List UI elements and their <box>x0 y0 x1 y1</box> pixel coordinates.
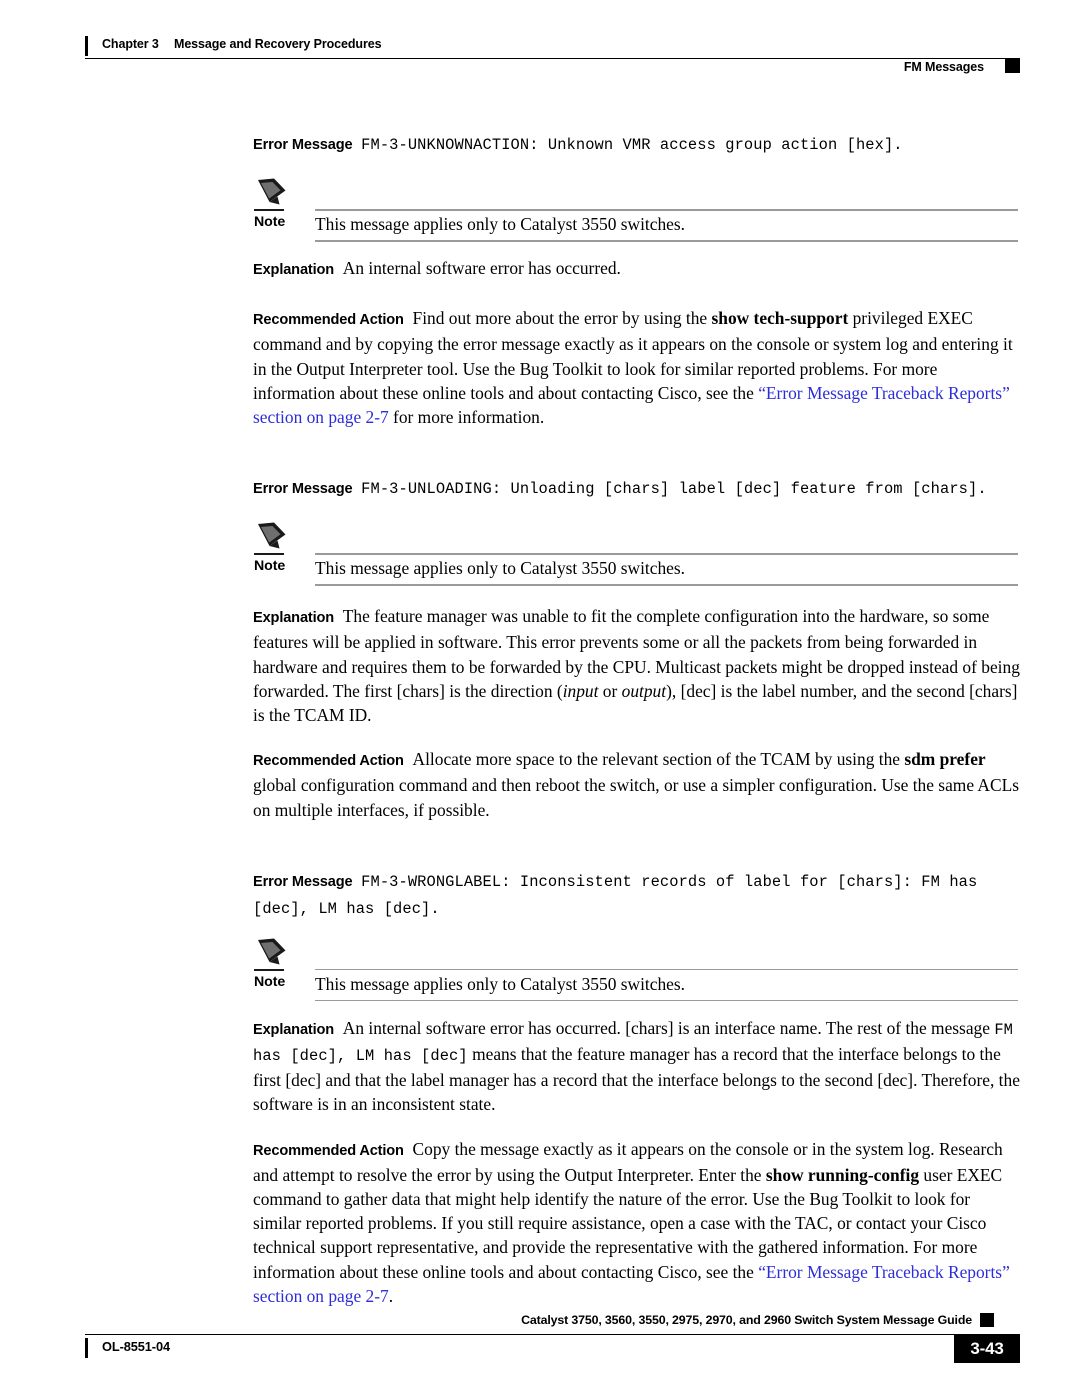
note-bottom-rule <box>315 999 1018 1002</box>
error-message-code: FM-3-WRONGLABEL: Inconsistent records of… <box>253 872 978 918</box>
footer-page-number: 3-43 <box>954 1334 1020 1363</box>
note-icon-underline <box>254 209 284 212</box>
command-show-running-config: show running-config <box>765 1164 920 1185</box>
note-bottom-rule <box>315 240 1018 242</box>
error-message-line: Error Message FM-3-UNKNOWNACTION: Unknow… <box>253 131 1021 158</box>
recommended-action-paragraph: Recommended Action Copy the message exac… <box>253 1137 1021 1308</box>
explanation-paragraph: Explanation An internal software error h… <box>253 1016 1021 1117</box>
recommended-action-text-1: Find out more about the error by using t… <box>412 308 712 329</box>
explanation-label: Explanation <box>253 1021 335 1038</box>
note-icon-underline <box>254 553 284 556</box>
message-block-wronglabel: Error Message FM-3-WRONGLABEL: Inconsist… <box>253 868 1021 1308</box>
note-text: This message applies only to Catalyst 35… <box>315 214 685 234</box>
explanation-paragraph: Explanation An internal software error h… <box>253 256 1021 282</box>
error-message-code: FM-3-UNLOADING: Unloading [chars] label … <box>361 480 987 499</box>
footer-tick-mark <box>85 1338 88 1358</box>
command-sdm-prefer: sdm prefer <box>904 749 986 770</box>
note-box: Note This message applies only to Cataly… <box>253 520 1021 586</box>
note-icon-underline <box>254 968 284 972</box>
note-top-rule <box>315 968 1018 971</box>
explanation-label: Explanation <box>253 610 335 627</box>
note-text: This message applies only to Catalyst 35… <box>315 558 685 579</box>
footer-square-marker <box>980 1313 994 1327</box>
error-message-label: Error Message <box>253 873 353 890</box>
page-header: Chapter 3 Message and Recovery Procedure… <box>85 32 1020 80</box>
note-box: Note This message applies only to Cataly… <box>253 936 1021 1002</box>
footer-document-id: OL-8551-04 <box>102 1339 170 1354</box>
message-block-unloading: Error Message FM-3-UNLOADING: Unloading … <box>253 475 1021 822</box>
note-top-rule <box>315 209 1018 211</box>
note-box: Note This message applies only to Cataly… <box>253 176 1021 242</box>
note-top-rule <box>315 553 1018 555</box>
note-label: Note <box>254 214 286 230</box>
error-message-line: Error Message FM-3-WRONGLABEL: Inconsist… <box>253 868 1021 922</box>
recommended-action-text-3: for more information. <box>388 407 545 428</box>
pencil-icon <box>258 178 286 205</box>
recommended-action-label: Recommended Action <box>253 1142 404 1159</box>
recommended-action-text-3: . <box>388 1285 394 1306</box>
footer-divider <box>85 1334 1020 1336</box>
page-footer: Catalyst 3750, 3560, 3550, 2975, 2970, a… <box>85 1313 1020 1373</box>
error-message-label: Error Message <box>253 137 353 153</box>
recommended-action-label: Recommended Action <box>253 312 404 329</box>
error-message-code: FM-3-UNKNOWNACTION: Unknown VMR access g… <box>361 136 903 154</box>
explanation-label: Explanation <box>253 262 335 278</box>
pencil-icon <box>258 938 286 965</box>
header-tick-mark <box>85 36 88 56</box>
header-divider <box>85 58 1020 60</box>
error-message-label: Error Message <box>253 481 353 498</box>
header-chapter-title: Message and Recovery Procedures <box>174 37 382 51</box>
recommended-action-label: Recommended Action <box>253 753 404 770</box>
note-bottom-rule <box>315 584 1018 586</box>
recommended-action-text-1: Allocate more space to the relevant sect… <box>412 749 905 770</box>
recommended-action-paragraph: Recommended Action Find out more about t… <box>253 306 1021 429</box>
note-text: This message applies only to Catalyst 35… <box>315 973 685 994</box>
explanation-text-1: An internal software error has occurred.… <box>342 1017 995 1038</box>
recommended-action-text-2: global configuration command and then re… <box>253 775 1019 820</box>
footer-guide-title: Catalyst 3750, 3560, 3550, 2975, 2970, a… <box>521 1313 972 1327</box>
explanation-text-2: or <box>598 680 622 701</box>
recommended-action-paragraph: Recommended Action Allocate more space t… <box>253 747 1021 822</box>
explanation-text: An internal software error has occurred. <box>342 258 621 278</box>
header-chapter-number: Chapter 3 <box>102 37 159 51</box>
command-show-tech-support: show tech-support <box>711 308 849 329</box>
emphasis-output: output <box>621 680 667 701</box>
note-label: Note <box>254 558 286 575</box>
explanation-paragraph: Explanation The feature manager was unab… <box>253 604 1021 727</box>
message-block-unknownaction: Error Message FM-3-UNKNOWNACTION: Unknow… <box>253 131 1021 429</box>
page-content: Error Message FM-3-UNKNOWNACTION: Unknow… <box>253 131 1021 1308</box>
note-label: Note <box>254 973 286 990</box>
document-page: Chapter 3 Message and Recovery Procedure… <box>0 0 1080 1397</box>
emphasis-input: input <box>562 680 599 701</box>
header-section-title: FM Messages <box>903 60 984 74</box>
pencil-icon <box>258 522 286 549</box>
header-square-marker <box>1005 58 1020 73</box>
error-message-line: Error Message FM-3-UNLOADING: Unloading … <box>253 475 1021 502</box>
